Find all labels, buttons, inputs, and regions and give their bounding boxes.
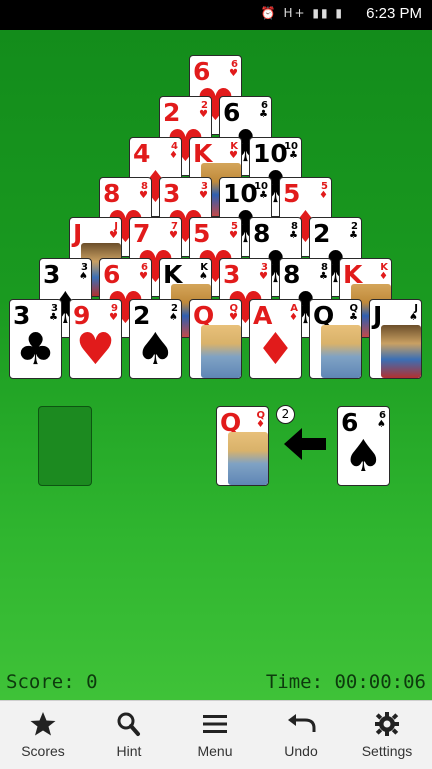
card-corner-suit-icon: ♣	[349, 230, 358, 241]
waste-card[interactable]: Q Q ♦	[216, 406, 269, 486]
card-corner-suit-icon: ♥	[199, 109, 208, 120]
pyramid-card[interactable]: 9 9 ♥ ♥	[69, 299, 122, 379]
card-suit-icon: ♠	[135, 324, 176, 375]
time-label: Time: 00:00:06	[265, 671, 426, 693]
card-corner-suit-icon: ♥	[109, 312, 118, 323]
card-corner-suit-icon: ♠	[409, 312, 418, 323]
card-corner-suit-icon: ♥	[139, 271, 148, 282]
card-corner-suit-icon: ♥	[139, 190, 148, 201]
card-corner-suit-icon: ♠	[169, 312, 178, 323]
status-icons: ⏰ H+ ▮▮ ▮	[260, 6, 344, 20]
hint-button[interactable]: Hint	[86, 701, 172, 769]
queen-portrait-icon	[321, 325, 361, 378]
card-corner-suit-icon: ♣	[319, 271, 328, 282]
menu-button[interactable]: Menu	[172, 701, 258, 769]
stock-pile-empty[interactable]	[38, 406, 92, 486]
card-corner-suit-icon: ♣	[349, 312, 358, 323]
queen-portrait-icon	[228, 432, 268, 485]
settings-button[interactable]: Settings	[344, 701, 430, 769]
card-corner-suit-icon: ♦	[169, 150, 178, 161]
pyramid-card[interactable]: A A ♦ ♦	[249, 299, 302, 379]
search-icon	[117, 712, 140, 736]
settings-label: Settings	[361, 743, 413, 759]
card-suit-icon: ♣	[15, 324, 56, 375]
pyramid-card[interactable]: Q Q ♣	[309, 299, 362, 379]
card-suit-icon: ♥	[75, 324, 116, 375]
card-corner-suit-icon: ♥	[229, 312, 238, 323]
card-corner-suit-icon: ♥	[109, 230, 118, 241]
stock-top-card[interactable]: 6 6 ♠ ♠	[337, 406, 390, 486]
menu-label: Menu	[197, 743, 233, 759]
card-corner-suit-icon: ♥	[169, 230, 178, 241]
card-corner-suit-icon: ♥	[229, 230, 238, 241]
pyramid-card[interactable]: Q Q ♥	[189, 299, 242, 379]
star-icon	[30, 712, 56, 736]
pyramid-card[interactable]: J J ♠	[369, 299, 422, 379]
card-corner-suit-icon: ♣	[289, 150, 298, 161]
hint-label: Hint	[116, 743, 142, 759]
card-suit-icon: ♦	[255, 324, 296, 375]
undo-icon	[288, 714, 316, 732]
undo-label: Undo	[284, 743, 318, 759]
score-label: Score: 0	[6, 671, 98, 693]
gear-icon	[375, 712, 399, 736]
passes-badge: 2	[276, 405, 295, 424]
card-corner-suit-icon: ♠	[79, 271, 88, 282]
card-corner-suit-icon: ♣	[289, 230, 298, 241]
card-corner-suit-icon: ♠	[199, 271, 208, 282]
card-corner-suit-icon: ♦	[319, 190, 328, 201]
card-corner-suit-icon: ♣	[49, 312, 58, 323]
card-corner-suit-icon: ♣	[259, 190, 268, 201]
jack-portrait-icon	[381, 325, 421, 378]
card-corner-suit-icon: ♣	[259, 109, 268, 120]
left-arrow-icon	[284, 428, 326, 460]
undo-button[interactable]: Undo	[258, 701, 344, 769]
card-corner-suit-icon: ♦	[289, 312, 298, 323]
bottom-toolbar: Scores Hint Menu Undo Settings	[0, 700, 432, 769]
pyramid-card[interactable]: 3 3 ♣ ♣	[9, 299, 62, 379]
queen-portrait-icon	[201, 325, 241, 378]
card-corner-suit-icon: ♦	[379, 271, 388, 282]
pyramid-card[interactable]: 2 2 ♠ ♠	[129, 299, 182, 379]
card-corner-suit-icon: ♥	[229, 68, 238, 79]
scores-label: Scores	[21, 743, 65, 759]
card-suit-icon: ♠	[343, 431, 384, 482]
card-corner-suit-icon: ♦	[256, 419, 265, 430]
scores-button[interactable]: Scores	[0, 701, 86, 769]
card-corner-suit-icon: ♠	[377, 419, 386, 430]
card-corner-suit-icon: ♥	[259, 271, 268, 282]
card-corner-suit-icon: ♥	[229, 150, 238, 161]
status-clock: 6:23 PM	[366, 5, 422, 22]
menu-icon	[203, 715, 227, 733]
status-bar: ⏰ H+ ▮▮ ▮ 6:23 PM	[0, 0, 432, 30]
card-corner-suit-icon: ♥	[199, 190, 208, 201]
